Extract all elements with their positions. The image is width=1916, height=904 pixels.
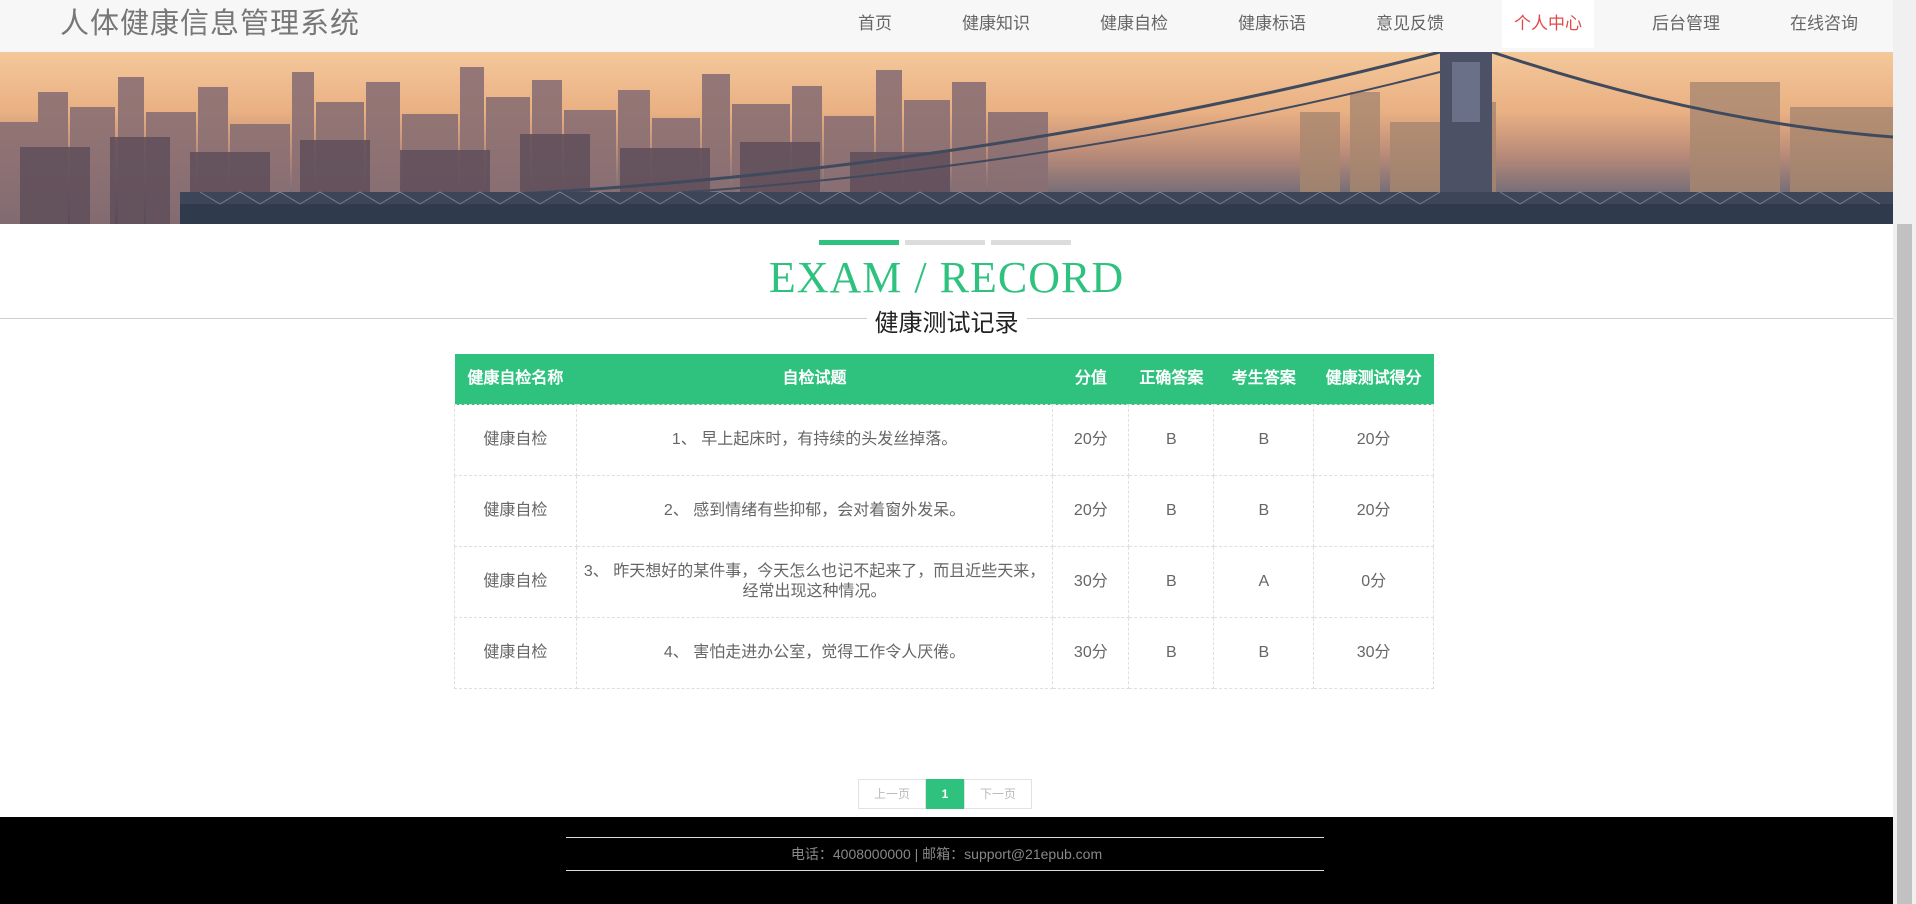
nav-item-home[interactable]: 首页 — [846, 0, 904, 48]
decoration-bar — [905, 240, 985, 245]
footer-divider-bottom — [566, 870, 1324, 871]
col-header-question: 自检试题 — [576, 354, 1053, 405]
pagination: 上一页 1 下一页 — [858, 779, 1032, 809]
nav-item-admin[interactable]: 后台管理 — [1640, 0, 1732, 48]
nav-item-feedback[interactable]: 意见反馈 — [1364, 0, 1456, 48]
top-navbar: 人体健康信息管理系统 首页 健康知识 健康自检 健康标语 意见反馈 个人中心 后… — [0, 0, 1893, 52]
table-header-row: 健康自检名称 自检试题 分值 正确答案 考生答案 健康测试得分 — [454, 354, 1434, 405]
page-scrollbar[interactable] — [1893, 0, 1916, 904]
cell-correct-answer: B — [1128, 617, 1215, 689]
cell-question: 3、 昨天想好的某件事，今天怎么也记不起来了，而且近些天来，经常出现这种情况。 — [575, 546, 1054, 618]
nav-item-health-knowledge[interactable]: 健康知识 — [950, 0, 1042, 48]
cell-examinee-answer: A — [1213, 546, 1315, 618]
nav-item-online-consult[interactable]: 在线咨询 — [1778, 0, 1870, 48]
banner-image — [0, 52, 1893, 224]
cell-question: 4、 害怕走进办公室，觉得工作令人厌倦。 — [575, 617, 1054, 689]
cell-question: 1、 早上起床时，有持续的头发丝掉落。 — [575, 404, 1054, 476]
section-subtitle: 健康测试记录 — [866, 310, 1027, 337]
table-row: 健康自检 1、 早上起床时，有持续的头发丝掉落。 20分 B B 20分 — [454, 404, 1434, 476]
table-row: 健康自检 3、 昨天想好的某件事，今天怎么也记不起来了，而且近些天来，经常出现这… — [454, 546, 1434, 618]
cell-correct-answer: B — [1128, 404, 1215, 476]
cell-test-score: 30分 — [1313, 617, 1434, 689]
scrollbar-thumb[interactable] — [1897, 224, 1912, 904]
col-header-score-value: 分值 — [1052, 354, 1129, 405]
col-header-examinee-answer: 考生答案 — [1213, 354, 1314, 405]
nav-item-personal-center[interactable]: 个人中心 — [1502, 0, 1594, 48]
cell-score-value: 30分 — [1052, 617, 1130, 689]
cell-name: 健康自检 — [454, 617, 577, 689]
footer-divider-top — [566, 837, 1324, 838]
col-header-test-score: 健康测试得分 — [1313, 354, 1434, 405]
cell-name: 健康自检 — [454, 546, 577, 618]
decoration-bar — [991, 240, 1071, 245]
col-header-self-check-name: 健康自检名称 — [454, 354, 577, 405]
cell-test-score: 20分 — [1313, 475, 1434, 547]
cell-examinee-answer: B — [1213, 617, 1315, 689]
site-footer: 电话：4008000000 | 邮箱：support@21epub.com — [0, 817, 1893, 904]
cell-test-score: 20分 — [1313, 404, 1434, 476]
site-brand[interactable]: 人体健康信息管理系统 — [60, 6, 360, 42]
cell-name: 健康自检 — [454, 404, 577, 476]
section-decoration — [819, 240, 1071, 245]
col-header-correct-answer: 正确答案 — [1128, 354, 1214, 405]
cell-test-score: 0分 — [1313, 546, 1434, 618]
footer-contact: 电话：4008000000 | 邮箱：support@21epub.com — [790, 846, 1103, 862]
city-bridge-illustration — [0, 52, 1893, 224]
exam-record-table: 健康自检名称 自检试题 分值 正确答案 考生答案 健康测试得分 健康自检 1、 … — [454, 354, 1434, 689]
section-subtitle-wrap: 健康测试记录 — [0, 303, 1893, 338]
section-title: EXAM / RECORD — [768, 253, 1125, 302]
nav-item-self-check[interactable]: 健康自检 — [1088, 0, 1180, 48]
cell-examinee-answer: B — [1213, 475, 1315, 547]
cell-score-value: 20分 — [1052, 404, 1130, 476]
decoration-bar-active — [819, 240, 899, 245]
cell-score-value: 30分 — [1052, 546, 1130, 618]
cell-correct-answer: B — [1128, 475, 1215, 547]
main-nav: 首页 健康知识 健康自检 健康标语 意见反馈 个人中心 后台管理 在线咨询 — [823, 0, 1893, 52]
table-row: 健康自检 2、 感到情绪有些抑郁，会对着窗外发呆。 20分 B B 20分 — [454, 475, 1434, 547]
table-row: 健康自检 4、 害怕走进办公室，觉得工作令人厌倦。 30分 B B 30分 — [454, 617, 1434, 689]
nav-item-slogans[interactable]: 健康标语 — [1226, 0, 1318, 48]
prev-page-button[interactable]: 上一页 — [858, 779, 926, 809]
cell-examinee-answer: B — [1213, 404, 1315, 476]
cell-name: 健康自检 — [454, 475, 577, 547]
cell-score-value: 20分 — [1052, 475, 1130, 547]
cell-correct-answer: B — [1128, 546, 1215, 618]
next-page-button[interactable]: 下一页 — [964, 779, 1032, 809]
cell-question: 2、 感到情绪有些抑郁，会对着窗外发呆。 — [575, 475, 1054, 547]
page-number-current[interactable]: 1 — [926, 779, 964, 809]
